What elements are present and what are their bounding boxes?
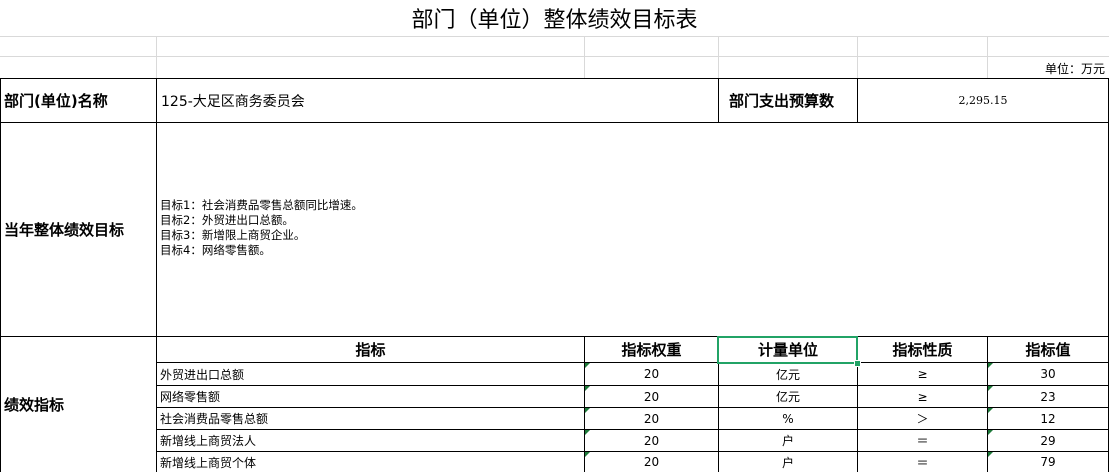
header-indicator[interactable]: 指标 (157, 337, 584, 362)
budget-label[interactable]: 部门支出预算数 (719, 79, 857, 122)
active-cell-selection[interactable] (717, 336, 858, 364)
table-row-nature[interactable]: ＝ (858, 430, 987, 451)
table-row-unit[interactable]: % (719, 408, 857, 429)
budget-value[interactable]: 2,295.15 (858, 79, 1108, 122)
table-row-value[interactable]: 29 (988, 430, 1108, 451)
table-row-value[interactable]: 30 (988, 363, 1108, 385)
table-row-weight[interactable]: 20 (585, 386, 718, 407)
dept-name-value[interactable]: 125-大足区商务委员会 (157, 79, 718, 122)
indicators-label[interactable]: 绩效指标 (1, 337, 156, 472)
text-number-indicator (988, 430, 993, 435)
text-number-indicator (585, 430, 590, 435)
table-row-value[interactable]: 12 (988, 408, 1108, 429)
fill-handle[interactable] (854, 360, 861, 367)
text-number-indicator (988, 386, 993, 391)
goal-line: 目标3：新增限上商贸企业。 (160, 228, 306, 242)
table-row-name[interactable]: 社会消费品零售总额 (157, 408, 584, 429)
table-row-value[interactable]: 23 (988, 386, 1108, 407)
table-row-nature[interactable]: ＞ (858, 408, 987, 429)
text-number-indicator (585, 363, 590, 368)
dept-name-label[interactable]: 部门(单位)名称 (1, 79, 156, 122)
goal-line: 目标1：社会消费品零售总额同比增速。 (160, 198, 363, 212)
table-row-nature[interactable]: ≥ (858, 363, 987, 385)
table-row-value[interactable]: 79 (988, 452, 1108, 472)
header-weight[interactable]: 指标权重 (585, 337, 718, 362)
annual-goals-label[interactable]: 当年整体绩效目标 (1, 123, 156, 336)
annual-goals-text[interactable]: 目标1：社会消费品零售总额同比增速。 目标2：外贸进出口总额。 目标3：新增限上… (157, 198, 857, 262)
table-row-name[interactable]: 外贸进出口总额 (157, 363, 584, 385)
text-number-indicator (988, 408, 993, 413)
text-number-indicator (585, 386, 590, 391)
goal-line: 目标4：网络零售额。 (160, 243, 271, 257)
sheet-title[interactable]: 部门（单位）整体绩效目标表 (0, 0, 1109, 36)
table-row-unit[interactable]: 亿元 (719, 386, 857, 407)
unit-label[interactable]: 单位：万元 (1045, 58, 1105, 78)
goal-line: 目标2：外贸进出口总额。 (160, 213, 294, 227)
spreadsheet-grid[interactable]: 部门（单位）整体绩效目标表 单位：万元 部门(单位)名称 125-大足区商务委员… (0, 0, 1109, 472)
header-value[interactable]: 指标值 (988, 337, 1108, 362)
text-number-indicator (988, 363, 993, 368)
table-row-weight[interactable]: 20 (585, 430, 718, 451)
text-number-indicator (585, 452, 590, 457)
header-nature[interactable]: 指标性质 (858, 337, 987, 362)
table-row-weight[interactable]: 20 (585, 408, 718, 429)
table-row-unit[interactable]: 户 (719, 452, 857, 472)
table-row-name[interactable]: 新增线上商贸个体 (157, 452, 584, 472)
table-row-name[interactable]: 网络零售额 (157, 386, 584, 407)
table-row-weight[interactable]: 20 (585, 363, 718, 385)
text-number-indicator (988, 452, 993, 457)
table-row-unit[interactable]: 户 (719, 430, 857, 451)
table-row-name[interactable]: 新增线上商贸法人 (157, 430, 584, 451)
table-row-unit[interactable]: 亿元 (719, 363, 857, 385)
table-row-weight[interactable]: 20 (585, 452, 718, 472)
text-number-indicator (585, 408, 590, 413)
table-row-nature[interactable]: ＝ (858, 452, 987, 472)
table-row-nature[interactable]: ≥ (858, 386, 987, 407)
